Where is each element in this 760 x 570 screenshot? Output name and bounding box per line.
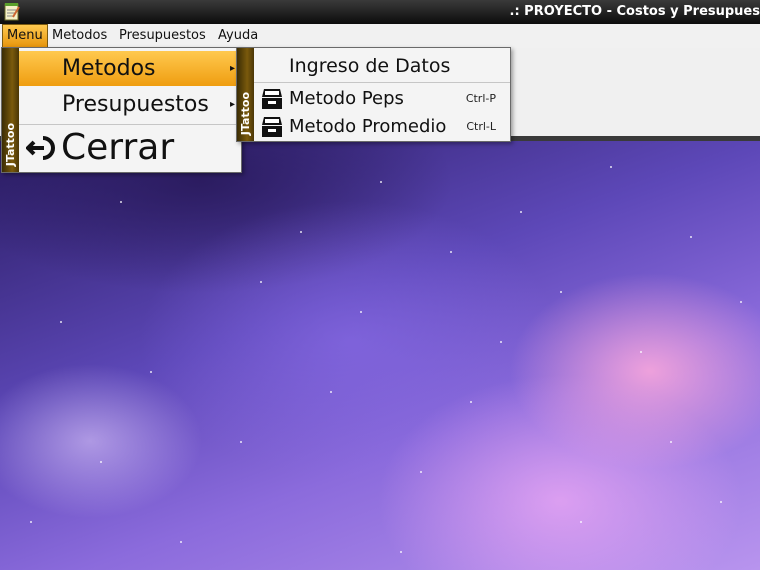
- submenu-item-label: Metodo Peps: [289, 88, 404, 109]
- menu-separator: [19, 124, 241, 125]
- submenu-separator: [254, 82, 510, 83]
- brand-label: JTattoo: [239, 91, 252, 135]
- desktop-background: [0, 141, 760, 570]
- menu-bar: Menu Metodos Presupuestos Ayuda: [0, 24, 760, 49]
- menu-item-cerrar[interactable]: Cerrar: [19, 126, 241, 170]
- menu-popup: JTattoo Metodos ▸ Presupuestos ▸ Cerrar: [1, 47, 242, 173]
- brand-label: JTattoo: [4, 122, 17, 166]
- menu-item-label: Metodos: [62, 56, 156, 81]
- menu-ayuda[interactable]: Ayuda: [214, 24, 262, 48]
- submenu-arrow-icon: ▸: [229, 99, 235, 110]
- submenu-arrow-icon: ▸: [229, 63, 235, 74]
- accelerator-label: Ctrl-L: [466, 120, 496, 133]
- cabinet-icon: [262, 89, 282, 109]
- logout-icon: [26, 136, 55, 160]
- menu-presupuestos[interactable]: Presupuestos: [115, 24, 210, 48]
- submenu-item-label: Metodo Promedio: [289, 116, 447, 137]
- title-bar: .: PROYECTO - Costos y Presupues: [0, 0, 760, 24]
- window-title: .: PROYECTO - Costos y Presupues: [509, 4, 760, 19]
- submenu-header-ingreso-de-datos[interactable]: Ingreso de Datos: [254, 52, 510, 80]
- menu-item-presupuestos[interactable]: Presupuestos ▸: [19, 87, 241, 122]
- submenu-header-label: Ingreso de Datos: [289, 55, 451, 77]
- cabinet-icon: [262, 117, 282, 137]
- menu-metodos[interactable]: Metodos: [48, 24, 111, 48]
- menu-menu[interactable]: Menu: [2, 24, 48, 48]
- menu-item-metodos[interactable]: Metodos ▸: [19, 51, 241, 86]
- notepad-icon[interactable]: [3, 2, 21, 21]
- submenu-item-metodo-promedio[interactable]: Metodo Promedio Ctrl-L: [254, 113, 510, 141]
- metodos-submenu: JTattoo Ingreso de Datos Metodo Peps Ctr…: [236, 47, 511, 142]
- menu-item-label: Presupuestos: [62, 92, 209, 117]
- accelerator-label: Ctrl-P: [465, 92, 496, 105]
- menu-item-label: Cerrar: [61, 127, 175, 168]
- submenu-item-metodo-peps[interactable]: Metodo Peps Ctrl-P: [254, 85, 510, 113]
- jtattoo-brand-strip: JTattoo: [237, 48, 254, 141]
- jtattoo-brand-strip: JTattoo: [2, 48, 19, 172]
